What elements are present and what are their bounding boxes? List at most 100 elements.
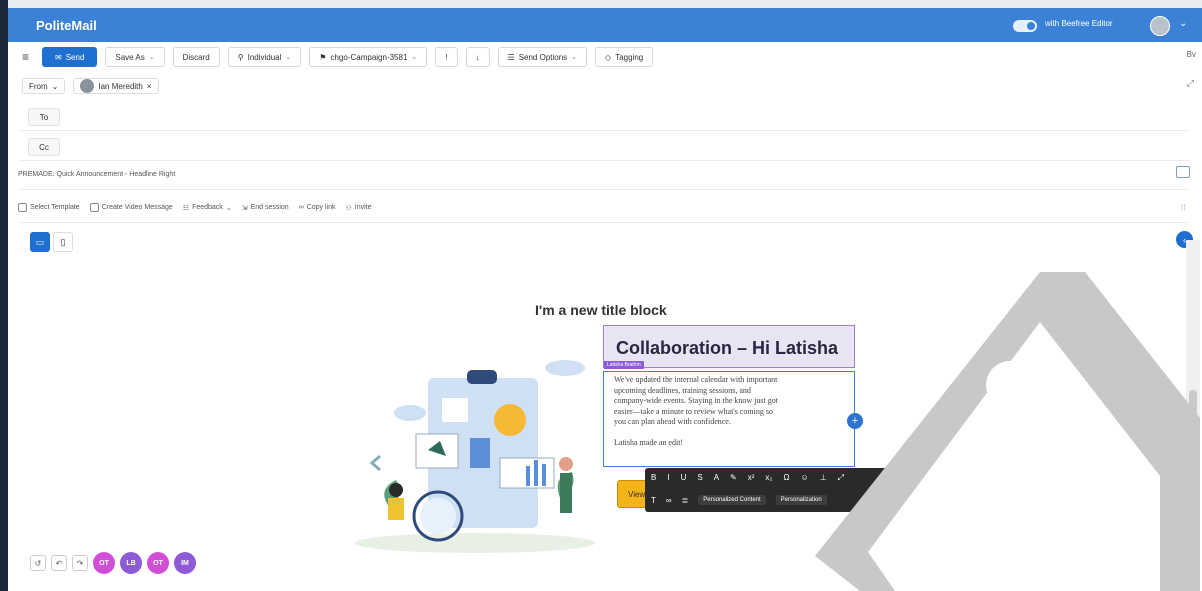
campaign-dropdown[interactable]: ⚑ chgo-Campaign-3581 ⌄ [309, 47, 428, 67]
highlight-icon[interactable]: ✎ [730, 473, 737, 483]
special-char-icon[interactable]: Ω [784, 473, 790, 483]
superscript-icon[interactable]: x² [748, 473, 755, 483]
bold-icon[interactable]: B [651, 473, 656, 483]
history-icon[interactable]: ↺ [30, 555, 46, 571]
device-toggle: ▭ ▯ [30, 232, 73, 252]
importance-low-button[interactable]: ↓ [465, 47, 490, 67]
template-icon [18, 203, 27, 212]
clear-format-icon[interactable]: T [651, 496, 656, 505]
personalization-button[interactable]: Personalization [775, 495, 827, 505]
tagging-button[interactable]: ◇ Tagging [595, 47, 654, 67]
campaign-icon: ⚑ [319, 52, 327, 62]
body-text-block[interactable]: We've updated the internal calendar with… [603, 371, 855, 467]
chevron-down-icon[interactable]: ⌄ [1179, 18, 1187, 29]
strikethrough-icon[interactable]: S [697, 473, 702, 483]
window-left-edge [0, 0, 8, 591]
create-video-button[interactable]: Create Video Message [89, 203, 173, 212]
chevron-down-icon: ⌄ [51, 81, 59, 91]
rich-text-toolbar: B I U S A ✎ x² x₂ Ω ☺ ⊥ ⤢ T ∞ ≣ Personal… [645, 468, 899, 512]
divider [18, 160, 1190, 161]
redo-icon[interactable]: ↷ [72, 555, 88, 571]
fullscreen-icon[interactable]: ⤢ [838, 473, 844, 483]
watermark [815, 272, 1200, 591]
body-line: company-wide events. Staying in the know… [614, 396, 778, 405]
headline-text[interactable]: Collaboration – Hi Latisha [616, 338, 838, 359]
cc-button[interactable]: Cc [28, 138, 60, 156]
sender-chip[interactable]: Ian Meredith × [73, 78, 159, 94]
divider [18, 130, 1190, 131]
editor-subtoolbar: Select Template Create Video Message ☷ Fe… [18, 203, 372, 212]
body-line: Latisha made an edit! [614, 438, 684, 447]
beefree-label: with Beefree Editor [1045, 19, 1113, 28]
expand-icon[interactable]: ⤢ [1187, 78, 1194, 89]
link-icon: ∞ [298, 204, 304, 211]
personalized-content-button[interactable]: Personalized Content [698, 495, 766, 505]
person-icon: ⚲ [237, 52, 244, 62]
underline-icon[interactable]: U [681, 473, 687, 483]
copy-link-button[interactable]: ∞ Copy link [299, 204, 336, 211]
italic-icon[interactable]: I [667, 473, 669, 483]
chevron-down-icon: ⌄ [571, 54, 578, 61]
emoji-icon[interactable]: ☺ [801, 473, 809, 483]
scroll-thumb[interactable] [1189, 390, 1197, 500]
discard-button[interactable]: Discard [172, 47, 220, 67]
body-line: We've updated the internal calendar with… [614, 375, 778, 384]
end-session-button[interactable]: ⇲ End session [242, 204, 289, 212]
subscript-icon[interactable]: x₂ [765, 473, 772, 483]
end-session-icon: ⇲ [241, 204, 248, 212]
from-dropdown[interactable]: From ⌄ [22, 78, 66, 94]
link-icon[interactable]: ∞ [666, 496, 672, 505]
from-row: From ⌄ Ian Meredith × [22, 78, 159, 94]
save-as-button[interactable]: Save As ⌄ [105, 47, 165, 67]
drag-dots-icon[interactable]: ⁞⁞ [1181, 203, 1185, 212]
title-block[interactable]: I'm a new title block [535, 302, 667, 318]
individual-dropdown[interactable]: ⚲ Individual ⌄ [227, 47, 302, 67]
brand-logo: PoliteMail [36, 17, 97, 33]
divider [18, 222, 1190, 223]
collaborator-avatar[interactable]: OT [93, 552, 115, 574]
collaborator-editing-tag: Latisha Brathm [604, 361, 644, 369]
invite-button[interactable]: ⚇ Invite [346, 204, 372, 212]
chevron-down-icon: ⌄ [148, 54, 155, 61]
send-icon: ✉ [55, 52, 62, 62]
send-options-dropdown[interactable]: ☰ Send Options ⌄ [497, 47, 588, 67]
collaborator-avatar[interactable]: IM [174, 552, 196, 574]
options-icon: ☰ [507, 52, 515, 62]
add-block-button[interactable]: + [847, 413, 863, 429]
send-button[interactable]: ✉ Send [42, 47, 98, 67]
select-template-button[interactable]: Select Template [18, 203, 80, 212]
collaborator-avatar[interactable]: OT [147, 552, 169, 574]
beefree-toggle[interactable] [1013, 20, 1037, 32]
sender-avatar [80, 79, 95, 93]
app-header: PoliteMail with Beefree Editor ⌄ [8, 8, 1202, 42]
mobile-view-button[interactable]: ▯ [53, 232, 73, 252]
undo-icon[interactable]: ↶ [51, 555, 67, 571]
browser-strip [8, 0, 1202, 8]
feedback-button[interactable]: ☷ Feedback ⌄ [183, 204, 232, 212]
image-icon[interactable] [1176, 166, 1190, 178]
chevron-down-icon: ⌄ [225, 204, 232, 212]
user-avatar[interactable] [1150, 16, 1170, 36]
feedback-icon: ☷ [182, 204, 190, 212]
tag-icon: ◇ [605, 52, 612, 62]
menu-icon[interactable]: ≡ [22, 50, 34, 64]
body-line: easier—take a minute to review what's co… [614, 406, 773, 416]
chevron-down-icon: ⌄ [411, 54, 418, 61]
desktop-view-button[interactable]: ▭ [30, 232, 50, 252]
scrollbar[interactable] [1186, 240, 1200, 580]
body-line: you can plan ahead with confidence. [614, 417, 731, 426]
merge-tag-icon[interactable]: ⊥ [820, 473, 827, 483]
list-icon[interactable]: ≣ [682, 496, 689, 505]
editor-footer: ↺ ↶ ↷ OT LB OT IM [30, 552, 196, 574]
text-color-icon[interactable]: A [714, 473, 719, 483]
calendar-illustration [355, 360, 595, 553]
by-label: Bv [1186, 50, 1196, 59]
invite-icon: ⚇ [345, 204, 352, 212]
subject-field[interactable]: PREMADE: Quick Announcement - Headline R… [18, 171, 175, 178]
importance-high-button[interactable]: ! [435, 47, 458, 67]
video-icon [89, 203, 99, 212]
close-icon[interactable]: × [147, 82, 152, 91]
to-button[interactable]: To [28, 108, 60, 126]
collaborator-avatar[interactable]: LB [120, 552, 142, 574]
